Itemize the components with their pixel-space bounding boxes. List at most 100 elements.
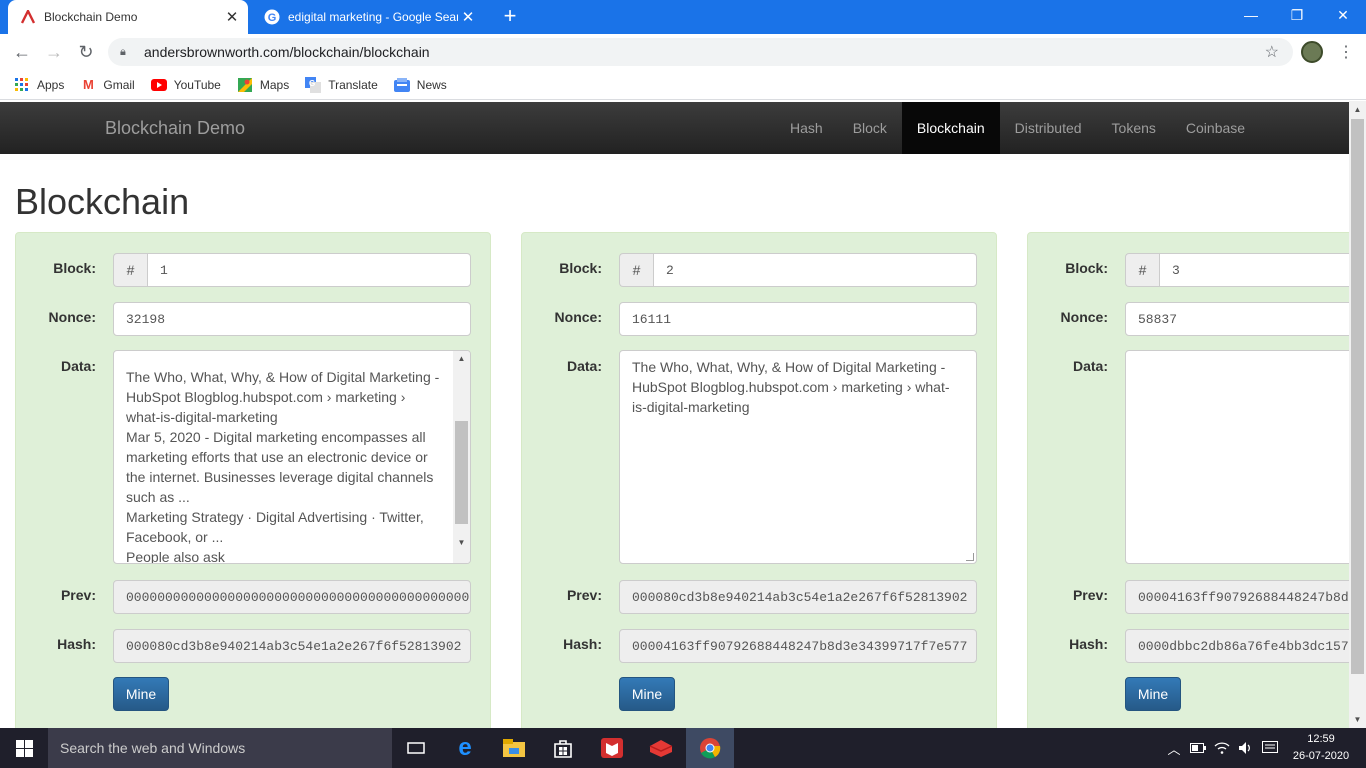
block-number-input[interactable]: 3: [1159, 253, 1349, 287]
back-arrow-icon[interactable]: ←: [10, 40, 34, 64]
data-textarea[interactable]: The Who, What, Why, & How of Digital Mar…: [113, 350, 471, 564]
block-card-1: Block: # 1 Nonce: 32198 Data: The Who, W…: [15, 232, 491, 728]
mine-button[interactable]: Mine: [1125, 677, 1181, 711]
show-hidden-icons-icon[interactable]: ︿: [1162, 728, 1186, 768]
data-textarea[interactable]: [1125, 350, 1349, 564]
task-view-icon[interactable]: [392, 728, 440, 768]
nav-distributed[interactable]: Distributed: [1000, 102, 1097, 154]
prev-label: Prev:: [1072, 587, 1108, 603]
google-icon: G: [264, 9, 280, 25]
close-tab-icon[interactable]: ✕: [458, 8, 478, 26]
edge-icon[interactable]: e: [441, 728, 489, 768]
block-label: Block:: [1065, 260, 1108, 276]
page-viewport: Blockchain Demo Hash Block Blockchain Di…: [0, 101, 1349, 728]
block-label: Block:: [559, 260, 602, 276]
scroll-thumb[interactable]: [1351, 119, 1364, 674]
hash-addon: #: [113, 253, 147, 287]
prev-hash-field[interactable]: 000080cd3b8e940214ab3c54e1a2e267f6f52813…: [619, 580, 977, 614]
tab-google-search[interactable]: G edigital marketing - Google Sear ✕: [252, 0, 484, 34]
prev-hash-field[interactable]: 00004163ff90792688448247b8d3: [1125, 580, 1349, 614]
nav-blockchain[interactable]: Blockchain: [901, 102, 1000, 154]
data-text: The Who, What, Why, & How of Digital Mar…: [632, 359, 950, 415]
chrome-icon[interactable]: [686, 728, 734, 768]
bookmark-maps[interactable]: Maps: [237, 77, 289, 93]
minimize-button[interactable]: —: [1228, 0, 1274, 30]
nav-block[interactable]: Block: [838, 102, 902, 154]
bookmark-gmail[interactable]: M Gmail: [80, 77, 135, 93]
block-label: Block:: [53, 260, 96, 276]
reader-app-icon[interactable]: [588, 728, 636, 768]
nonce-input[interactable]: 16111: [619, 302, 977, 336]
volume-icon[interactable]: [1234, 728, 1258, 768]
hash-field[interactable]: 000080cd3b8e940214ab3c54e1a2e267f6f52813…: [113, 629, 471, 663]
translate-icon: G: [305, 76, 322, 93]
close-window-button[interactable]: ✕: [1320, 0, 1366, 30]
scroll-thumb[interactable]: [455, 421, 468, 524]
site-nav: Hash Block Blockchain Distributed Tokens…: [775, 102, 1260, 154]
close-tab-icon[interactable]: ✕: [222, 8, 242, 26]
block-number-group: # 3: [1125, 253, 1349, 287]
nonce-input[interactable]: 32198: [113, 302, 471, 336]
bookmarks-bar: Apps M Gmail YouTube Maps G Translate Ne…: [0, 70, 1366, 100]
block-number-input[interactable]: 1: [147, 253, 471, 287]
scroll-up-icon[interactable]: ▲: [1349, 101, 1366, 118]
prev-hash-field[interactable]: 0000000000000000000000000000000000000000…: [113, 580, 471, 614]
taskbar-clock[interactable]: 12:59 26-07-2020: [1286, 731, 1356, 765]
page-title: Blockchain: [15, 181, 190, 222]
bookmark-label: News: [416, 77, 447, 92]
address-bar[interactable]: 🔒︎ andersbrownworth.com/blockchain/block…: [108, 38, 1293, 66]
bookmark-label: YouTube: [173, 77, 221, 92]
bookmark-youtube[interactable]: YouTube: [150, 77, 221, 93]
bookmark-apps[interactable]: Apps: [14, 77, 64, 93]
site-brand[interactable]: Blockchain Demo: [105, 118, 245, 139]
tab-title: Blockchain Demo: [44, 10, 138, 24]
page-scrollbar[interactable]: ▲ ▼: [1349, 101, 1366, 728]
block-number-group: # 1: [113, 253, 471, 287]
nonce-label: Nonce:: [1060, 309, 1108, 325]
battery-icon[interactable]: [1186, 728, 1210, 768]
block-card-2: Block: # 2 Nonce: 16111 Data: The Who, W…: [521, 232, 997, 728]
browser-tab-strip: Blockchain Demo ✕ G edigital marketing -…: [0, 0, 1366, 34]
file-explorer-icon[interactable]: [490, 728, 538, 768]
new-tab-button[interactable]: +: [498, 5, 522, 29]
scroll-down-icon[interactable]: ▼: [453, 535, 470, 551]
nav-coinbase[interactable]: Coinbase: [1171, 102, 1260, 154]
data-textarea[interactable]: The Who, What, Why, & How of Digital Mar…: [619, 350, 977, 564]
bookmark-translate[interactable]: G Translate: [305, 76, 378, 93]
resize-handle[interactable]: [966, 553, 974, 561]
profile-avatar[interactable]: [1301, 41, 1323, 63]
news-icon: [393, 77, 410, 93]
data-label: Data:: [1072, 358, 1108, 374]
nav-tokens[interactable]: Tokens: [1097, 102, 1171, 154]
nav-hash[interactable]: Hash: [775, 102, 838, 154]
wifi-icon[interactable]: [1210, 728, 1234, 768]
bookmark-star-icon[interactable]: ☆: [1265, 42, 1279, 62]
hash-label: Hash:: [1069, 636, 1108, 652]
block-number-group: # 2: [619, 253, 977, 287]
nonce-input[interactable]: 58837: [1125, 302, 1349, 336]
textarea-scrollbar[interactable]: ▲ ▼: [453, 351, 470, 563]
restore-button[interactable]: ❐: [1274, 0, 1320, 30]
mine-button[interactable]: Mine: [113, 677, 169, 711]
menu-dots-icon[interactable]: ⋮: [1338, 42, 1354, 62]
store-icon[interactable]: [539, 728, 587, 768]
bookmark-news[interactable]: News: [393, 77, 447, 93]
data-label: Data:: [60, 358, 96, 374]
svg-text:G: G: [309, 79, 315, 88]
scroll-up-icon[interactable]: ▲: [453, 351, 470, 367]
reload-icon[interactable]: ↻: [74, 40, 98, 64]
taskbar-search-input[interactable]: Search the web and Windows: [48, 728, 392, 768]
scroll-down-icon[interactable]: ▼: [1349, 711, 1366, 728]
bookmark-label: Apps: [37, 77, 65, 92]
hash-field[interactable]: 0000dbbc2db86a76fe4bb3dc157: [1125, 629, 1349, 663]
toolbox-app-icon[interactable]: [637, 728, 685, 768]
block-number-input[interactable]: 2: [653, 253, 977, 287]
forward-arrow-icon[interactable]: →: [42, 40, 66, 64]
hash-field[interactable]: 00004163ff90792688448247b8d3e34399717f7e…: [619, 629, 977, 663]
svg-text:G: G: [268, 12, 277, 24]
tab-blockchain-demo[interactable]: Blockchain Demo ✕: [8, 0, 248, 34]
action-center-icon[interactable]: [1258, 728, 1282, 768]
mine-button[interactable]: Mine: [619, 677, 675, 711]
bookmark-label: Maps: [259, 77, 290, 92]
windows-start-icon[interactable]: [0, 728, 48, 768]
